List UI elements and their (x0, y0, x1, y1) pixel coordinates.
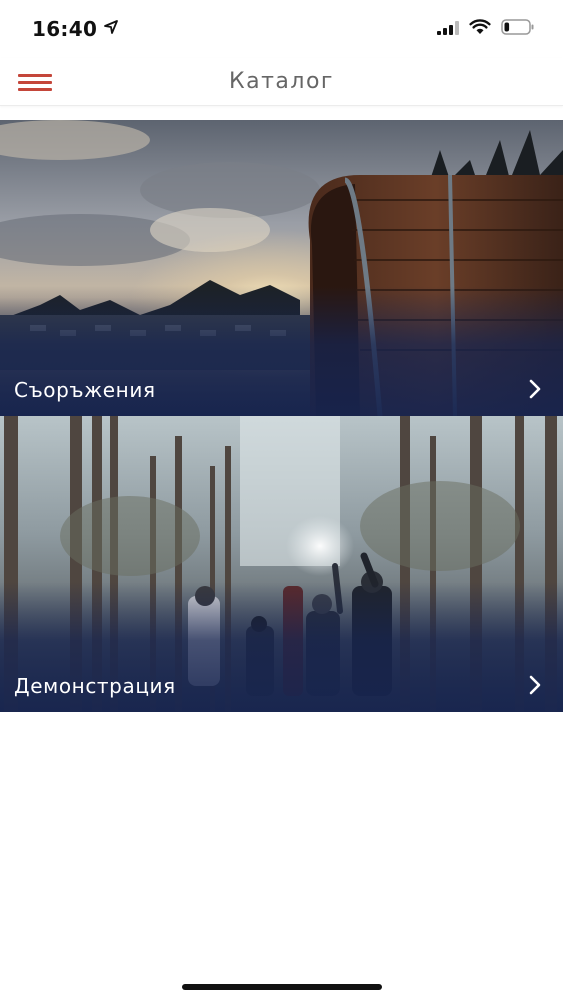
battery-icon (501, 19, 535, 39)
hamburger-menu-icon[interactable] (18, 70, 54, 94)
catalog-item-label: Съоръжения (14, 378, 156, 402)
catalog-item-facilities[interactable]: Съоръжения (0, 120, 563, 416)
nav-bar: Каталог (0, 58, 563, 106)
catalog-item-demonstration[interactable]: Демонстрация (0, 416, 563, 712)
page-title: Каталог (229, 69, 334, 94)
home-indicator[interactable] (182, 984, 382, 990)
status-left: 16:40 (32, 17, 119, 41)
catalog-item-label: Демонстрация (14, 674, 176, 698)
status-time: 16:40 (32, 17, 98, 41)
status-right (437, 19, 535, 39)
cellular-signal-icon (437, 20, 459, 39)
wifi-icon (469, 19, 491, 39)
catalog-list: Съоръжения Демонстрация (0, 120, 563, 712)
chevron-right-icon (529, 675, 541, 695)
status-bar: 16:40 (0, 0, 563, 58)
chevron-right-icon (529, 379, 541, 399)
location-arrow-icon (103, 19, 119, 39)
